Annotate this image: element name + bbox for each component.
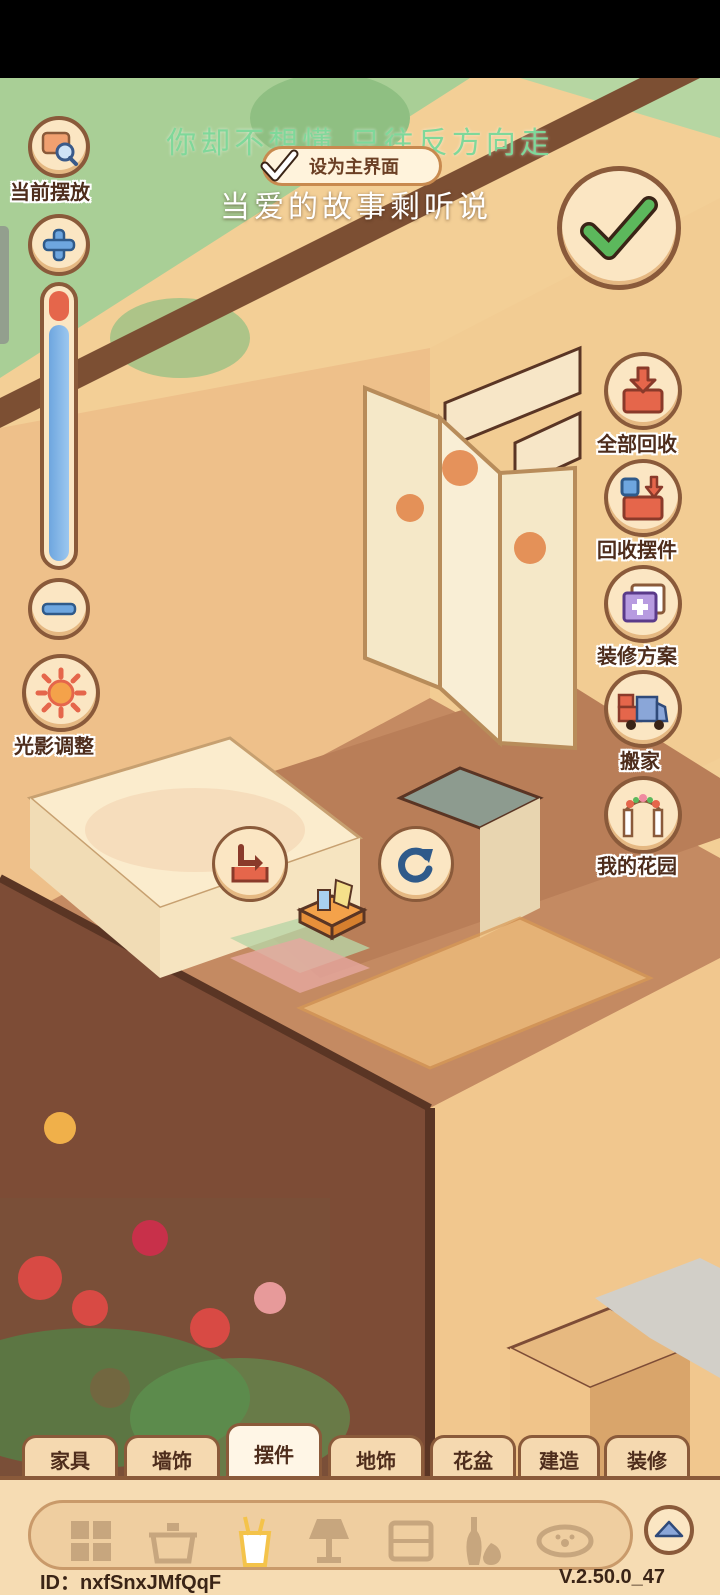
current-placement-button[interactable] [28,116,90,178]
tab-flower-pots[interactable]: 花盆 [430,1435,516,1481]
lamp-icon[interactable] [299,1513,359,1569]
minus-icon [41,602,77,616]
grid-icon[interactable] [61,1513,121,1569]
recycle-decor-button[interactable] [604,459,682,537]
recycle-decor-label: 回收摆件 [597,540,677,562]
cup-box-icon [620,475,664,521]
version-label: V.2.50.0_47 [558,1566,665,1588]
current-placement-label: 当前摆放 [10,182,90,204]
my-garden-button[interactable] [604,776,682,854]
chevron-up-icon [654,1520,684,1538]
set-main-screen-toggle[interactable]: 设为主界面 [259,146,442,186]
selected-item-basket[interactable] [294,872,370,942]
frame-icon[interactable] [381,1513,441,1569]
tab-furniture[interactable]: 家具 [22,1435,118,1481]
confirm-button[interactable] [557,166,681,290]
tab-wall-decor[interactable]: 墙饰 [124,1435,220,1481]
vase-icon[interactable] [453,1513,513,1569]
side-drawer-handle[interactable] [0,226,9,344]
pet-bowl-icon[interactable] [535,1513,595,1569]
move-house-label: 搬家 [620,751,660,773]
plan-cards-icon [622,583,666,623]
box-arrow-icon [622,366,664,414]
set-main-screen-label: 设为主界面 [309,157,399,177]
lighting-adjust-button[interactable] [22,654,100,732]
move-house-button[interactable] [604,670,682,748]
sun-icon [35,667,87,719]
zoom-out-button[interactable] [28,578,90,640]
renovation-plan-button[interactable] [604,565,682,643]
check-icon [580,196,658,260]
recycle-all-button[interactable] [604,352,682,430]
basket-item-icon [296,878,368,941]
tab-floor-decor[interactable]: 地饰 [328,1435,424,1481]
moving-truck-icon [617,693,669,730]
garden-arch-icon [622,794,664,838]
subcategory-strip [28,1500,633,1570]
expand-panel-button[interactable] [644,1505,694,1555]
recycle-all-label: 全部回收 [597,434,677,456]
category-tabs: 家具 墙饰 摆件 地饰 花盆 建造 装修 [18,1423,704,1481]
tab-renovate[interactable]: 装修 [604,1435,690,1481]
utensil-cup-icon[interactable] [225,1513,285,1569]
zoom-slider[interactable] [40,282,78,570]
zoom-in-button[interactable] [28,214,90,276]
tab-ornaments[interactable]: 摆件 [226,1423,322,1481]
zoom-slider-fill [49,324,69,561]
rotate-item-button[interactable] [378,826,454,902]
tab-build[interactable]: 建造 [518,1435,600,1481]
zoom-slider-knob[interactable] [49,291,69,321]
pot-icon[interactable] [143,1513,203,1569]
store-tray-icon [231,844,269,883]
checkmark-icon [259,146,299,186]
lighting-adjust-label: 光影调整 [14,736,94,758]
magnifier-photo-icon [41,131,78,166]
rotate-icon [398,847,433,883]
plus-icon [42,228,76,262]
player-id: ID：nxfSnxJMfQqF [40,1572,222,1594]
my-garden-label: 我的花园 [597,856,677,878]
store-item-button[interactable] [212,826,288,902]
renovation-plan-label: 装修方案 [597,646,677,668]
